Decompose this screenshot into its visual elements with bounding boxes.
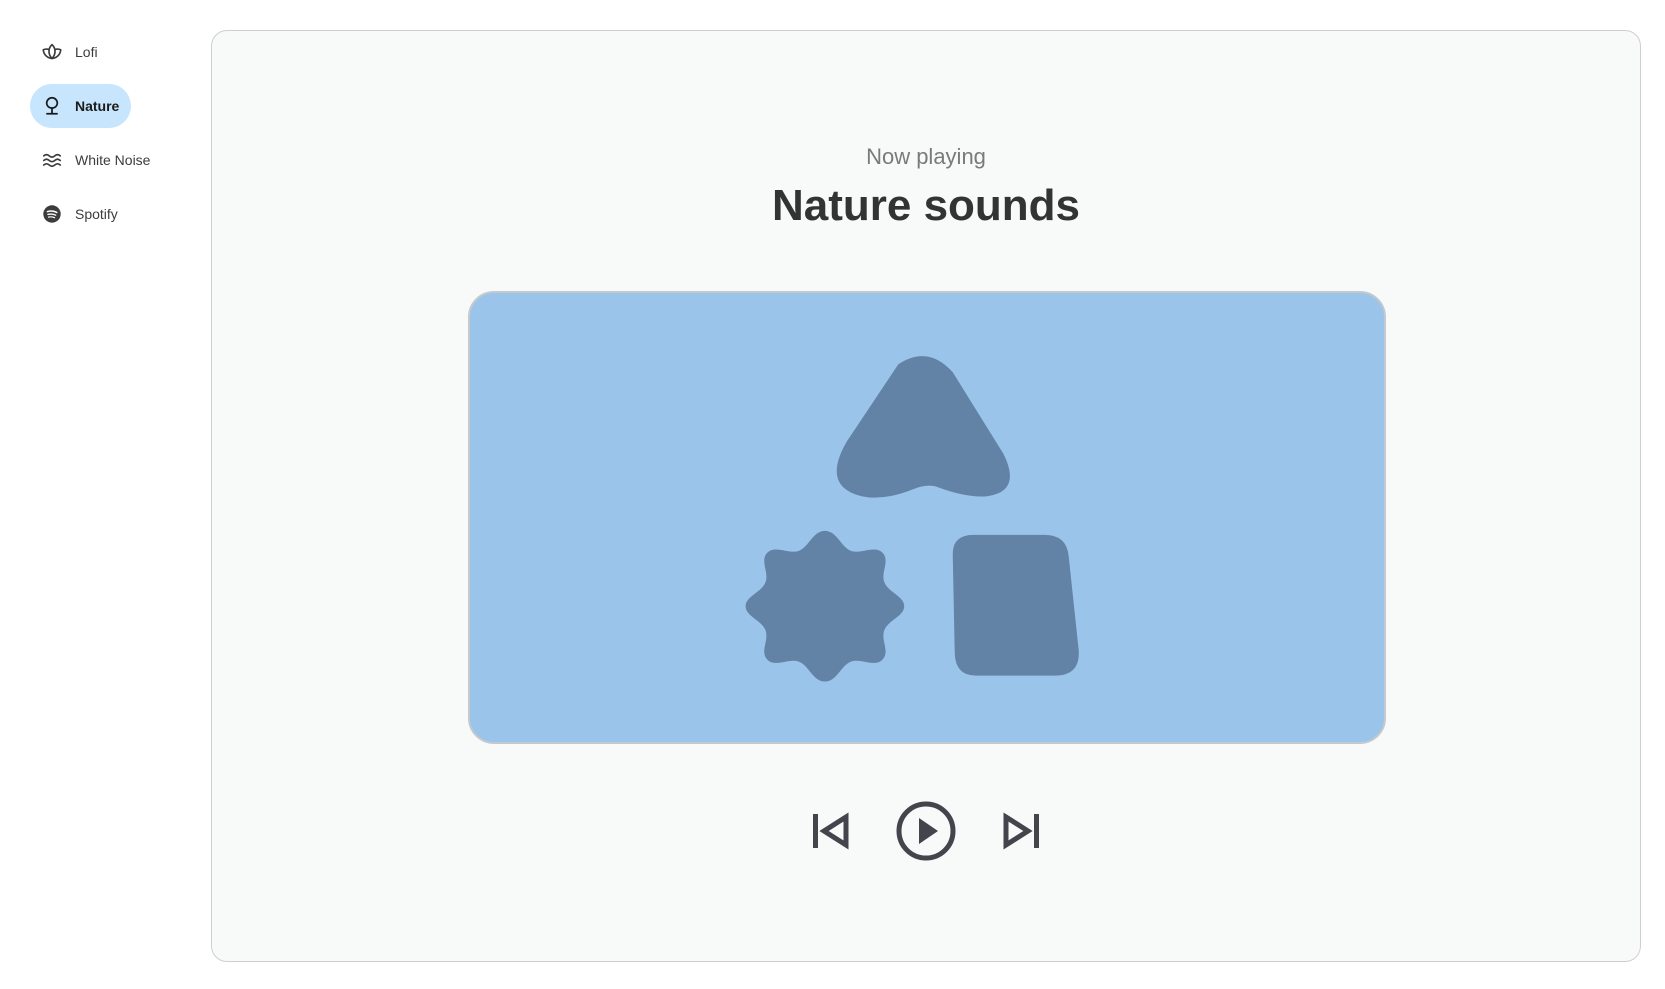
spotify-icon <box>40 202 64 226</box>
waves-icon <box>40 148 64 172</box>
sidebar-item-label: Spotify <box>75 206 118 222</box>
sidebar-item-nature[interactable]: Nature <box>30 84 132 128</box>
app-root: Lofi Nature White Noise Spotify Now play… <box>0 0 1665 989</box>
sidebar-item-lofi[interactable]: Lofi <box>30 30 110 74</box>
sidebar-item-label: White Noise <box>75 152 151 168</box>
now-playing-label: Now playing <box>866 144 986 169</box>
play-circle-icon <box>896 801 956 861</box>
sidebar-item-spotify[interactable]: Spotify <box>30 192 130 236</box>
sidebar-nav: Lofi Nature White Noise Spotify <box>30 30 190 246</box>
lotus-icon <box>40 40 64 64</box>
sidebar-item-white-noise[interactable]: White Noise <box>30 138 162 182</box>
skip-previous-icon <box>813 812 849 850</box>
shapes-placeholder-icon <box>745 356 1079 682</box>
player-card: Now playing Nature sounds <box>211 30 1641 962</box>
album-artwork <box>468 291 1386 744</box>
previous-button[interactable] <box>807 808 853 854</box>
tree-icon <box>40 94 64 118</box>
play-button[interactable] <box>895 800 957 862</box>
sidebar-item-label: Nature <box>75 98 120 114</box>
skip-next-icon <box>1003 812 1039 850</box>
next-button[interactable] <box>999 808 1045 854</box>
sidebar-item-label: Lofi <box>75 44 98 60</box>
track-title: Nature sounds <box>771 181 1081 230</box>
playback-controls <box>212 796 1640 866</box>
